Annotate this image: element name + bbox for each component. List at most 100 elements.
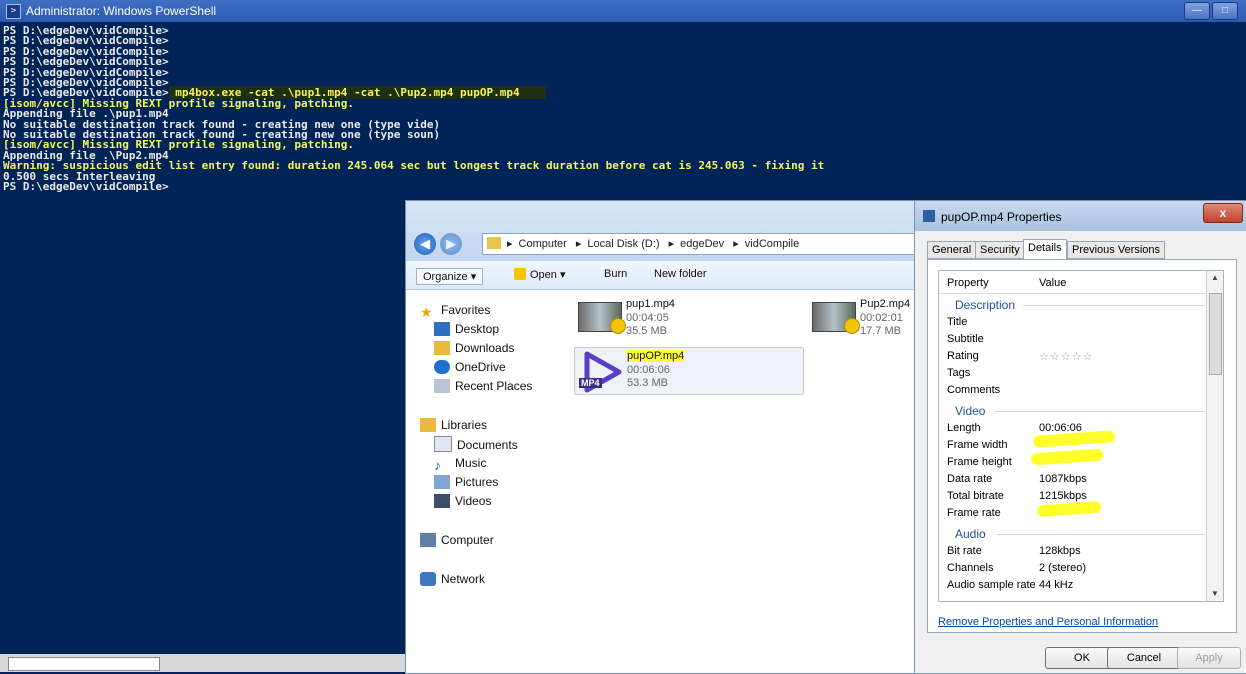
libraries-icon <box>420 418 436 432</box>
play-icon <box>610 318 626 334</box>
tab-security[interactable]: Security <box>975 241 1025 259</box>
file-list: pup1.mp4 00:04:05 35.5 MB Pup2.mp4 00:02… <box>568 290 926 673</box>
computer-icon <box>420 533 436 547</box>
tab-details[interactable]: Details <box>1023 239 1067 260</box>
column-value[interactable]: Value <box>1039 277 1066 289</box>
nav-desktop[interactable]: Desktop <box>434 321 499 337</box>
section-audio: Audio <box>955 527 986 541</box>
navigation-pane: ★ Favorites Desktop Downloads OneDrive Re… <box>406 290 566 673</box>
open-button[interactable]: Open ▾ <box>530 268 566 281</box>
properties-titlebar[interactable]: pupOP.mp4 Properties x <box>915 201 1246 231</box>
scrollbar-thumb[interactable] <box>8 657 160 671</box>
property-grid[interactable]: Property Value Description Title Subtitl… <box>938 270 1224 602</box>
new-folder-button[interactable]: New folder <box>654 268 707 280</box>
documents-icon <box>434 436 452 452</box>
explorer-header: ◀ ▶ ▸ Computer ▸ Local Disk (D:) ▸ edgeDev … <box>406 201 926 261</box>
nav-computer[interactable]: Computer <box>420 532 494 548</box>
properties-title: pupOP.mp4 Properties <box>941 210 1062 224</box>
console-line: PS D:\edgeDev\vidCompile> <box>3 44 169 58</box>
music-icon: ♪ <box>434 457 441 473</box>
nav-network[interactable]: Network <box>420 571 485 587</box>
scrollbar-thumb[interactable] <box>1209 293 1222 375</box>
nav-libraries[interactable]: Libraries <box>420 417 487 433</box>
console-line: PS D:\edgeDev\vidCompile> <box>3 34 169 48</box>
maximize-button[interactable]: □ <box>1212 2 1238 20</box>
desktop-icon <box>434 322 450 336</box>
section-description: Description <box>955 298 1016 312</box>
rating-stars: ☆☆☆☆☆ <box>1039 350 1094 363</box>
cancel-button[interactable]: Cancel <box>1107 647 1181 669</box>
row-comments[interactable]: Comments <box>947 384 1217 398</box>
properties-dialog: pupOP.mp4 Properties x General Security … <box>914 200 1246 674</box>
minimize-button[interactable]: — <box>1184 2 1210 20</box>
breadcrumb-drive[interactable]: Local Disk (D:) <box>587 238 659 250</box>
nav-documents[interactable]: Documents <box>434 436 518 452</box>
row-bit-rate[interactable]: Bit rate 128kbps <box>947 545 1217 559</box>
explorer-toolbar: Organize ▾ Open ▾ Burn New folder <box>406 261 926 290</box>
forward-button[interactable]: ▶ <box>440 233 462 255</box>
nav-favorites[interactable]: ★ Favorites <box>420 302 490 320</box>
close-button[interactable]: x <box>1203 203 1243 223</box>
downloads-icon <box>434 341 450 355</box>
apply-button[interactable]: Apply <box>1177 647 1241 669</box>
network-icon <box>420 572 436 586</box>
star-icon: ★ <box>420 304 433 320</box>
console-line: PS D:\edgeDev\vidCompile> <box>3 55 169 69</box>
mp4-badge: MP4 <box>579 378 602 388</box>
address-bar[interactable]: ▸ Computer ▸ Local Disk (D:) ▸ edgeDev ▸ vid… <box>482 233 924 255</box>
row-rating[interactable]: Rating ☆☆☆☆☆ <box>947 350 1217 364</box>
scroll-up-icon[interactable]: ▲ <box>1207 271 1223 285</box>
row-subtitle[interactable]: Subtitle <box>947 333 1217 347</box>
console-line: 0.500 secs Interleaving <box>3 169 156 183</box>
row-tags[interactable]: Tags <box>947 367 1217 381</box>
console-line: Warning: suspicious edit list entry foun… <box>3 159 825 173</box>
row-channels[interactable]: Channels 2 (stereo) <box>947 562 1217 576</box>
tab-general[interactable]: General <box>927 241 977 259</box>
nav-videos[interactable]: Videos <box>434 493 491 509</box>
cloud-icon <box>434 360 450 374</box>
breadcrumb: ▸ Computer ▸ Local Disk (D:) ▸ edgeDev ▸ vid… <box>507 238 800 250</box>
horizontal-scrollbar[interactable] <box>0 654 405 672</box>
breadcrumb-edgedev[interactable]: edgeDev <box>680 238 724 250</box>
row-title[interactable]: Title <box>947 316 1217 330</box>
open-icon <box>514 268 526 280</box>
explorer-window: ◀ ▶ ▸ Computer ▸ Local Disk (D:) ▸ edgeDev … <box>405 200 927 674</box>
nav-recent-places[interactable]: Recent Places <box>434 378 532 394</box>
remove-properties-link[interactable]: Remove Properties and Personal Informati… <box>938 616 1158 628</box>
organize-button[interactable]: Organize ▾ <box>416 268 484 285</box>
grid-header: Property Value <box>939 271 1223 294</box>
console-output[interactable]: PS D:\edgeDev\vidCompile> PS D:\edgeDev\v… <box>3 24 1243 206</box>
pictures-icon <box>434 475 450 489</box>
details-panel: Property Value Description Title Subtitl… <box>927 259 1237 633</box>
folder-icon <box>487 237 501 249</box>
scroll-down-icon[interactable]: ▼ <box>1207 587 1223 601</box>
nav-onedrive[interactable]: OneDrive <box>434 359 506 375</box>
back-button[interactable]: ◀ <box>414 233 436 255</box>
nav-music[interactable]: ♪ Music <box>434 455 486 473</box>
play-icon <box>844 318 860 334</box>
powershell-titlebar[interactable]: > Administrator: Windows PowerShell — □ <box>0 0 1246 22</box>
tab-previous-versions[interactable]: Previous Versions <box>1067 241 1166 259</box>
console-line: PS D:\edgeDev\vidCompile> <box>3 180 169 194</box>
breadcrumb-vidcompile[interactable]: vidCompile <box>745 238 799 250</box>
breadcrumb-computer[interactable]: Computer <box>519 238 567 250</box>
row-audio-sample-rate[interactable]: Audio sample rate 44 kHz <box>947 579 1217 593</box>
console-line: PS D:\edgeDev\vidCompile> <box>3 65 169 79</box>
column-property[interactable]: Property <box>947 277 989 289</box>
file-item-pup2[interactable]: Pup2.mp4 00:02:01 17.7 MB <box>808 296 926 342</box>
videos-icon <box>434 494 450 508</box>
console-line: [isom/avcc] Missing REXT profile signali… <box>3 96 354 110</box>
row-data-rate[interactable]: Data rate 1087kbps <box>947 473 1217 487</box>
console-line: PS D:\edgeDev\vidCompile> <box>3 24 169 37</box>
section-video: Video <box>955 404 986 418</box>
powershell-title: Administrator: Windows PowerShell <box>26 4 217 18</box>
file-item-pupop[interactable]: MP4 pupOP.mp4 00:06:06 53.3 MB <box>574 347 804 395</box>
nav-downloads[interactable]: Downloads <box>434 340 514 356</box>
file-item-pup1[interactable]: pup1.mp4 00:04:05 35.5 MB <box>574 296 804 342</box>
recent-places-icon <box>434 379 450 393</box>
vertical-scrollbar[interactable]: ▲ ▼ <box>1206 271 1223 601</box>
powershell-icon: > <box>6 4 21 19</box>
file-icon <box>923 210 935 222</box>
nav-pictures[interactable]: Pictures <box>434 474 498 490</box>
burn-button[interactable]: Burn <box>604 268 627 280</box>
